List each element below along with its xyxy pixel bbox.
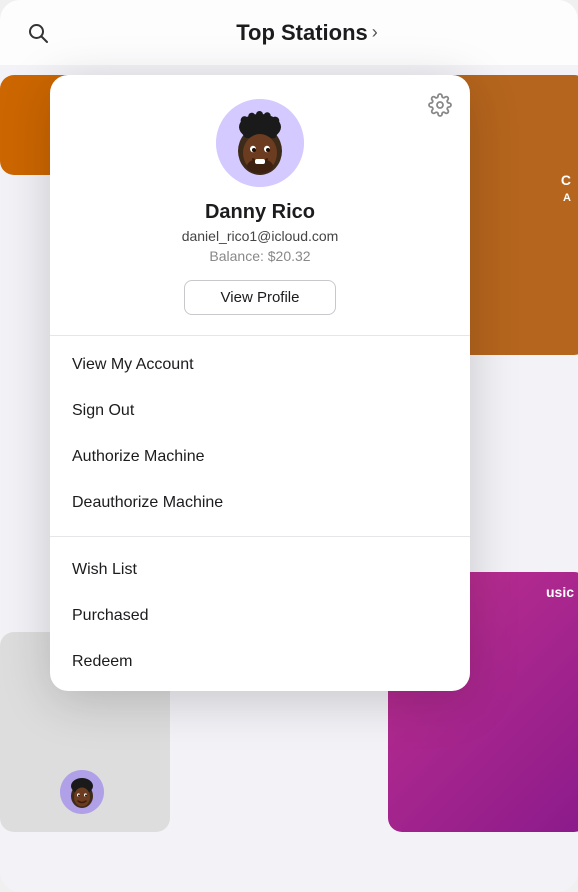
user-name: Danny Rico [205, 201, 315, 224]
avatar [216, 99, 304, 187]
menu-section-2: Wish List Purchased Redeem [50, 541, 470, 691]
account-dropdown: Danny Rico daniel_rico1@icloud.com Balan… [50, 75, 470, 691]
user-balance: Balance: $20.32 [209, 248, 310, 264]
menu-item-redeem[interactable]: Redeem [50, 639, 470, 685]
header-title-area: Top Stations › [56, 20, 558, 46]
menu-section-1: View My Account Sign Out Authorize Machi… [50, 336, 470, 532]
menu-item-deauthorize-machine[interactable]: Deauthorize Machine [50, 480, 470, 526]
app-background: C A usic Top Stations › [0, 0, 578, 892]
menu-item-authorize-machine[interactable]: Authorize Machine [50, 434, 470, 480]
gear-icon[interactable] [428, 93, 452, 123]
search-button[interactable] [20, 15, 56, 51]
view-profile-button[interactable]: View Profile [184, 280, 337, 315]
header-title: Top Stations [236, 20, 368, 46]
profile-section: Danny Rico daniel_rico1@icloud.com Balan… [50, 75, 470, 335]
user-email: daniel_rico1@icloud.com [182, 228, 339, 244]
menu-item-wish-list[interactable]: Wish List [50, 547, 470, 593]
bottom-avatar-small [60, 770, 104, 814]
bg-card-label: C A [503, 160, 578, 216]
menu-item-view-account[interactable]: View My Account [50, 342, 470, 388]
menu-item-purchased[interactable]: Purchased [50, 593, 470, 639]
header-chevron-icon: › [372, 22, 378, 43]
menu-item-sign-out[interactable]: Sign Out [50, 388, 470, 434]
section-divider-2 [50, 536, 470, 537]
header: Top Stations › [0, 0, 578, 65]
bg-card-purple-label: usic [546, 584, 574, 600]
